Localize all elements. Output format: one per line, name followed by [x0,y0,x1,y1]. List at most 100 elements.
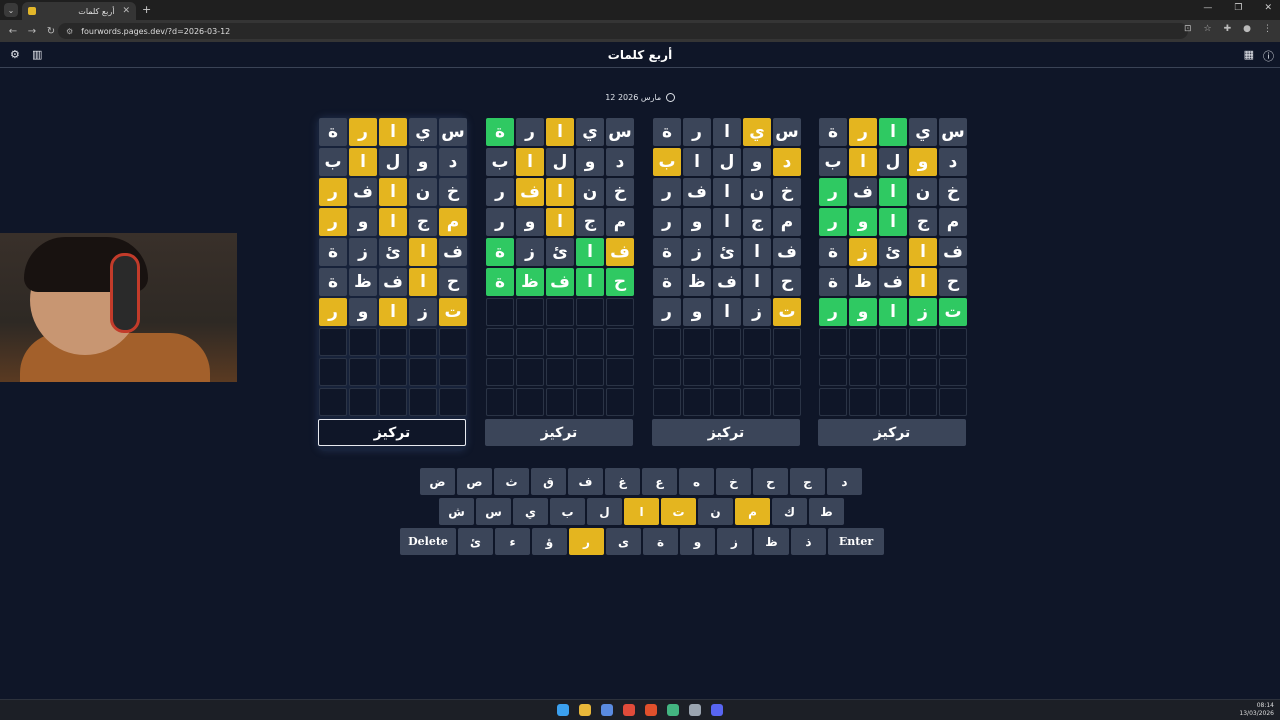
letter-key[interactable]: ص [457,468,492,495]
letter-key[interactable]: ض [420,468,455,495]
focus-button[interactable]: تركيز [818,419,966,446]
letter-tile: ة [486,238,514,266]
letter-key[interactable]: خ [716,468,751,495]
minimize-icon[interactable]: — [1203,3,1212,13]
letter-key[interactable]: ع [642,468,677,495]
store-icon[interactable] [601,704,613,716]
letter-key[interactable]: ز [717,528,752,555]
letter-tile: ت [439,298,467,326]
focus-button[interactable]: تركيز [485,419,633,446]
letter-tile: ة [819,238,847,266]
letter-key[interactable]: ذ [791,528,826,555]
letter-key[interactable]: ك [772,498,807,525]
focus-button[interactable]: تركيز [652,419,800,446]
new-tab-icon[interactable]: + [142,3,151,16]
stats-chart-icon[interactable]: ▥ [32,48,42,61]
letter-key[interactable]: غ [605,468,640,495]
letter-tile: ر [819,178,847,206]
letter-key[interactable]: ت [661,498,696,525]
letter-key[interactable]: ظ [754,528,789,555]
letter-tile: ت [773,298,801,326]
letter-key[interactable]: ؤ [532,528,567,555]
file-explorer-icon[interactable] [579,704,591,716]
letter-key[interactable]: د [827,468,862,495]
taskbar-clock[interactable]: 08:14 13/03/2026 [1239,702,1274,718]
back-icon[interactable]: ← [7,26,19,37]
letter-key[interactable]: و [680,528,715,555]
letter-tile: و [516,208,544,236]
delete-key[interactable]: Delete [400,528,456,555]
letter-key[interactable]: ج [790,468,825,495]
letter-key[interactable]: ن [698,498,733,525]
calendar-icon[interactable]: ▦ [1244,48,1254,61]
letter-key[interactable]: ء [495,528,530,555]
letter-key[interactable]: ة [643,528,678,555]
restore-icon[interactable]: ❐ [1234,3,1242,13]
forward-icon[interactable]: → [26,26,38,37]
app-icon[interactable] [667,704,679,716]
letter-tile: ة [486,268,514,296]
letter-key[interactable]: ه [679,468,714,495]
extensions-icon[interactable]: ✚ [1224,24,1232,34]
letter-tile: ي [409,118,437,146]
letter-key[interactable]: ش [439,498,474,525]
letter-tile: ا [576,268,604,296]
letter-tile: ة [653,268,681,296]
letter-key[interactable]: س [476,498,511,525]
focus-button[interactable]: تركيز [318,419,466,446]
letter-key[interactable]: ف [568,468,603,495]
favicon-icon [28,7,36,15]
letter-tile: ر [516,118,544,146]
letter-tile: م [606,208,634,236]
install-icon[interactable]: ⊡ [1184,24,1192,34]
brave-icon[interactable] [645,704,657,716]
letter-key[interactable]: ي [513,498,548,525]
board-row [484,328,634,356]
browser-menu-icon[interactable]: ⋮ [1263,24,1272,34]
letter-key[interactable]: ئ [458,528,493,555]
letter-tile [743,358,771,386]
letter-key[interactable]: م [735,498,770,525]
letter-tile: ن [576,178,604,206]
browser-tab[interactable]: أربع كلمات ✕ [22,2,136,20]
letter-key[interactable]: ى [606,528,641,555]
letter-tile: ن [909,178,937,206]
bookmark-star-icon[interactable]: ☆ [1204,24,1212,34]
board-row: مجاور [817,208,967,236]
info-icon[interactable]: ⓘ [1263,48,1274,64]
reload-icon[interactable]: ↻ [45,26,57,37]
letter-key[interactable]: ث [494,468,529,495]
settings-gear-icon[interactable]: ⚙ [10,48,20,61]
letter-tile: ر [653,178,681,206]
letter-tile: ا [713,208,741,236]
letter-key[interactable]: ب [550,498,585,525]
discord-icon[interactable] [711,704,723,716]
letter-tile [849,358,877,386]
enter-key[interactable]: Enter [828,528,884,555]
profile-icon[interactable]: ● [1243,24,1251,34]
letter-key[interactable]: ل [587,498,622,525]
board-2: س ي ا ر ة د و ل ا ب خ ن ا ف ر م ج ا و ر ف ا ئ ز ة ح ا ف ظ ة ت ز ا و ر تركيز [651,117,801,451]
letter-key[interactable]: ح [753,468,788,495]
webcam-overlay [0,233,237,382]
letter-key[interactable]: ا [624,498,659,525]
close-window-icon[interactable]: ✕ [1264,3,1272,13]
letter-key[interactable]: ق [531,468,566,495]
keyboard-row-3: Enter ذ ظ ز و ة ى ر ؤ ء ئ Delete [400,528,884,555]
windows-start-icon[interactable] [557,704,569,716]
letter-tile: ل [879,148,907,176]
close-tab-icon[interactable]: ✕ [122,6,130,16]
letter-tile: ا [576,238,604,266]
address-bar[interactable]: ⚙ fourwords.pages.dev/?d=2026-03-12 [58,23,1188,39]
site-info-icon[interactable]: ⚙ [66,27,73,36]
tab-search-icon[interactable]: ⌄ [4,3,18,17]
letter-tile: ظ [849,268,877,296]
window-controls: — ❐ ✕ [1203,3,1272,13]
obs-icon[interactable] [689,704,701,716]
url-text: fourwords.pages.dev/?d=2026-03-12 [81,26,231,36]
letter-tile [439,358,467,386]
board-row: سيارة [651,118,801,146]
letter-key[interactable]: ط [809,498,844,525]
letter-key[interactable]: ر [569,528,604,555]
chrome-icon[interactable] [623,704,635,716]
